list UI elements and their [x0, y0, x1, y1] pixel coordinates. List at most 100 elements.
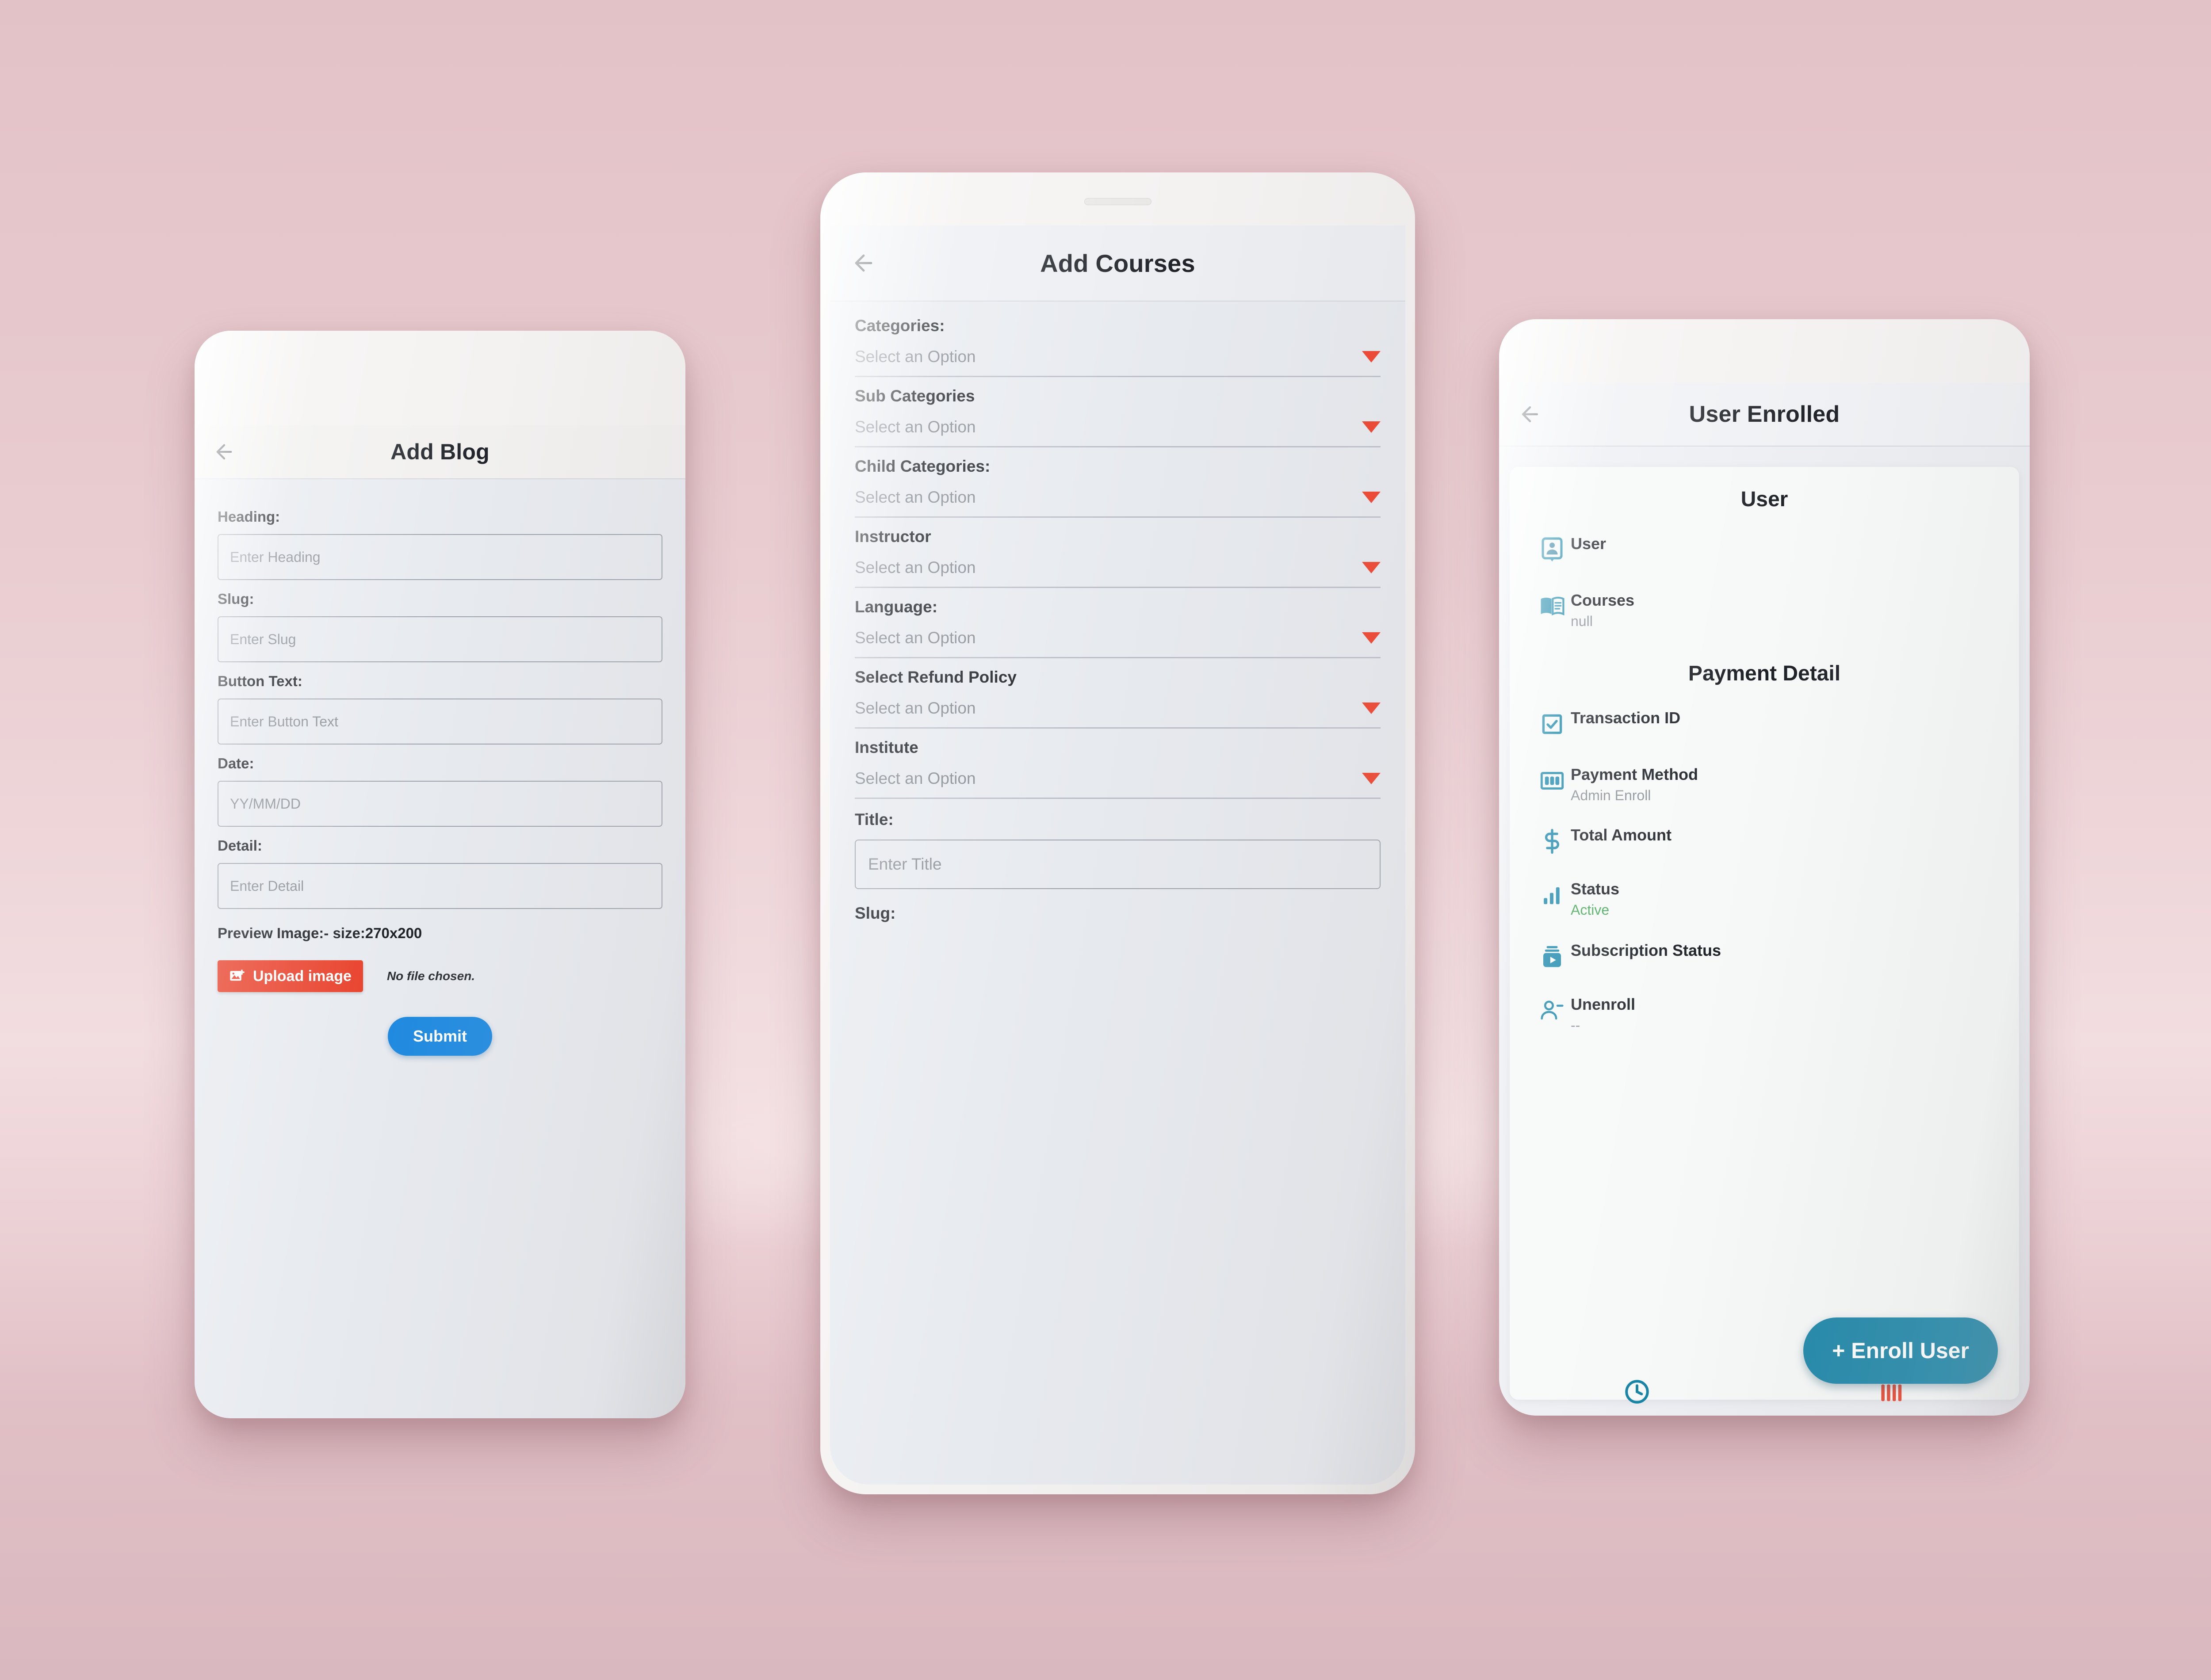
open-book-icon: [1534, 591, 1571, 622]
phone-add-courses: Add Courses Categories: Select an Option…: [820, 172, 1415, 1494]
chevron-down-icon[interactable]: [1362, 562, 1381, 573]
detail-input[interactable]: Enter Detail: [218, 863, 662, 909]
arrow-left-icon: [1522, 406, 1538, 422]
input-placeholder: Enter Slug: [230, 631, 296, 647]
field-title: Title: Enter Title: [855, 799, 1381, 889]
select-value: Select an Option: [855, 769, 976, 787]
chevron-down-icon[interactable]: [1362, 773, 1381, 784]
select-group-refund-policy[interactable]: Select Refund Policy Select an Option: [855, 658, 1381, 729]
detail-row-status[interactable]: Status Active: [1510, 880, 2019, 918]
select-label: Sub Categories: [855, 387, 975, 405]
chevron-down-icon[interactable]: [1362, 703, 1381, 714]
detail-row-transaction-id[interactable]: Transaction ID: [1510, 709, 2019, 740]
file-status-text: No file chosen.: [386, 969, 475, 983]
detail-row-user[interactable]: User: [1510, 535, 2019, 565]
detail-title: User: [1571, 535, 1607, 553]
submit-row: Submit: [218, 1017, 662, 1056]
select-value: Select an Option: [855, 699, 976, 717]
screen-add-courses: Add Courses Categories: Select an Option…: [830, 182, 1405, 1485]
select-row[interactable]: Select an Option: [855, 629, 1381, 647]
clock-icon[interactable]: [1617, 1376, 1657, 1407]
select-label: Institute: [855, 738, 918, 756]
detail-title: Courses: [1571, 591, 1635, 609]
page-title: Add Courses: [1040, 249, 1195, 277]
detail-title: Transaction ID: [1571, 709, 1681, 727]
select-value: Select an Option: [855, 488, 976, 506]
chevron-down-icon[interactable]: [1362, 632, 1381, 644]
chevron-down-icon[interactable]: [1362, 351, 1381, 363]
input-placeholder: YY/MM/DD: [230, 795, 301, 812]
detail-row-courses[interactable]: Courses null: [1510, 591, 2019, 630]
field-heading: Heading: Enter Heading: [218, 479, 662, 580]
field-label: Slug:: [218, 591, 254, 607]
image-add-icon: [229, 968, 246, 985]
select-label: Child Categories:: [855, 457, 991, 475]
detail-title: Unenroll: [1571, 995, 1636, 1013]
upload-image-label: Upload image: [253, 967, 352, 985]
chevron-down-icon[interactable]: [1362, 421, 1381, 433]
earpiece-speaker: [1084, 198, 1151, 205]
bar-chart-icon: [1534, 880, 1571, 911]
select-row[interactable]: Select an Option: [855, 418, 1381, 436]
slug-input[interactable]: Enter Slug: [218, 616, 662, 662]
select-group-sub-categories[interactable]: Sub Categories Select an Option: [855, 377, 1381, 447]
dollar-sign-icon: [1534, 826, 1571, 857]
select-group-child-categories[interactable]: Child Categories: Select an Option: [855, 447, 1381, 518]
heading-input[interactable]: Enter Heading: [218, 534, 662, 580]
upload-image-button[interactable]: Upload image: [218, 960, 363, 992]
date-input[interactable]: YY/MM/DD: [218, 781, 662, 827]
appbar-add-courses: Add Courses: [830, 225, 1405, 302]
field-slug: Slug: Enter Slug: [218, 580, 662, 662]
select-group-language[interactable]: Language: Select an Option: [855, 588, 1381, 658]
select-row[interactable]: Select an Option: [855, 699, 1381, 718]
select-value: Select an Option: [855, 558, 976, 577]
phone-notch: [1649, 319, 1879, 360]
select-row[interactable]: Select an Option: [855, 488, 1381, 507]
section-heading-user: User: [1740, 488, 1788, 511]
detail-row-total-amount[interactable]: Total Amount: [1510, 826, 2019, 857]
detail-text: Unenroll --: [1571, 995, 1995, 1034]
select-group-categories[interactable]: Categories: Select an Option: [855, 302, 1381, 377]
detail-sub: --: [1571, 1017, 1580, 1033]
select-label: Language:: [855, 598, 938, 616]
select-label: Categories:: [855, 317, 945, 335]
button-text-input[interactable]: Enter Button Text: [218, 699, 662, 745]
preview-image-note: Preview Image:- size:270x200: [218, 925, 422, 941]
screen-add-blog: Add Blog Heading: Enter Heading Slug: En…: [195, 331, 685, 1418]
field-button-text: Button Text: Enter Button Text: [218, 662, 662, 745]
chevron-down-icon[interactable]: [1362, 492, 1381, 503]
detail-row-subscription-status[interactable]: Subscription Status: [1510, 941, 2019, 972]
arrow-left-icon: [855, 254, 872, 272]
back-button[interactable]: [210, 437, 239, 466]
field-label: Detail:: [218, 837, 262, 854]
back-button[interactable]: [1515, 399, 1545, 429]
select-value: Select an Option: [855, 347, 976, 366]
detail-text: Transaction ID: [1571, 709, 1995, 731]
select-row[interactable]: Select an Option: [855, 558, 1381, 577]
select-value: Select an Option: [855, 418, 976, 436]
select-group-institute[interactable]: Institute Select an Option: [855, 729, 1381, 799]
phone-add-blog: Add Blog Heading: Enter Heading Slug: En…: [195, 331, 685, 1418]
submit-label: Submit: [413, 1027, 467, 1045]
select-row[interactable]: Select an Option: [855, 769, 1381, 788]
input-placeholder: Enter Heading: [230, 549, 321, 565]
enroll-user-label: + Enroll User: [1832, 1338, 1969, 1363]
back-button[interactable]: [848, 247, 880, 279]
detail-row-payment-method[interactable]: Payment Method Admin Enroll: [1510, 765, 2019, 804]
id-badge-icon: [1534, 535, 1571, 565]
upload-row: Upload image No file chosen.: [218, 960, 662, 992]
detail-text: Courses null: [1571, 591, 1995, 630]
select-group-instructor[interactable]: Instructor Select an Option: [855, 518, 1381, 588]
title-input[interactable]: Enter Title: [855, 840, 1381, 889]
submit-button[interactable]: Submit: [388, 1017, 492, 1056]
subscription-play-icon: [1534, 941, 1571, 972]
select-row[interactable]: Select an Option: [855, 347, 1381, 366]
arrow-left-icon: [216, 444, 232, 460]
page-title: User Enrolled: [1689, 401, 1840, 427]
user-detail-card: User User Courses null Payment Detail Tr…: [1510, 467, 2019, 1400]
detail-row-unenroll[interactable]: Unenroll --: [1510, 995, 2019, 1034]
checkbox-checked-icon: [1534, 709, 1571, 740]
enroll-user-fab[interactable]: + Enroll User: [1803, 1317, 1998, 1384]
page-title: Add Blog: [390, 439, 490, 464]
detail-text: Payment Method Admin Enroll: [1571, 765, 1995, 804]
